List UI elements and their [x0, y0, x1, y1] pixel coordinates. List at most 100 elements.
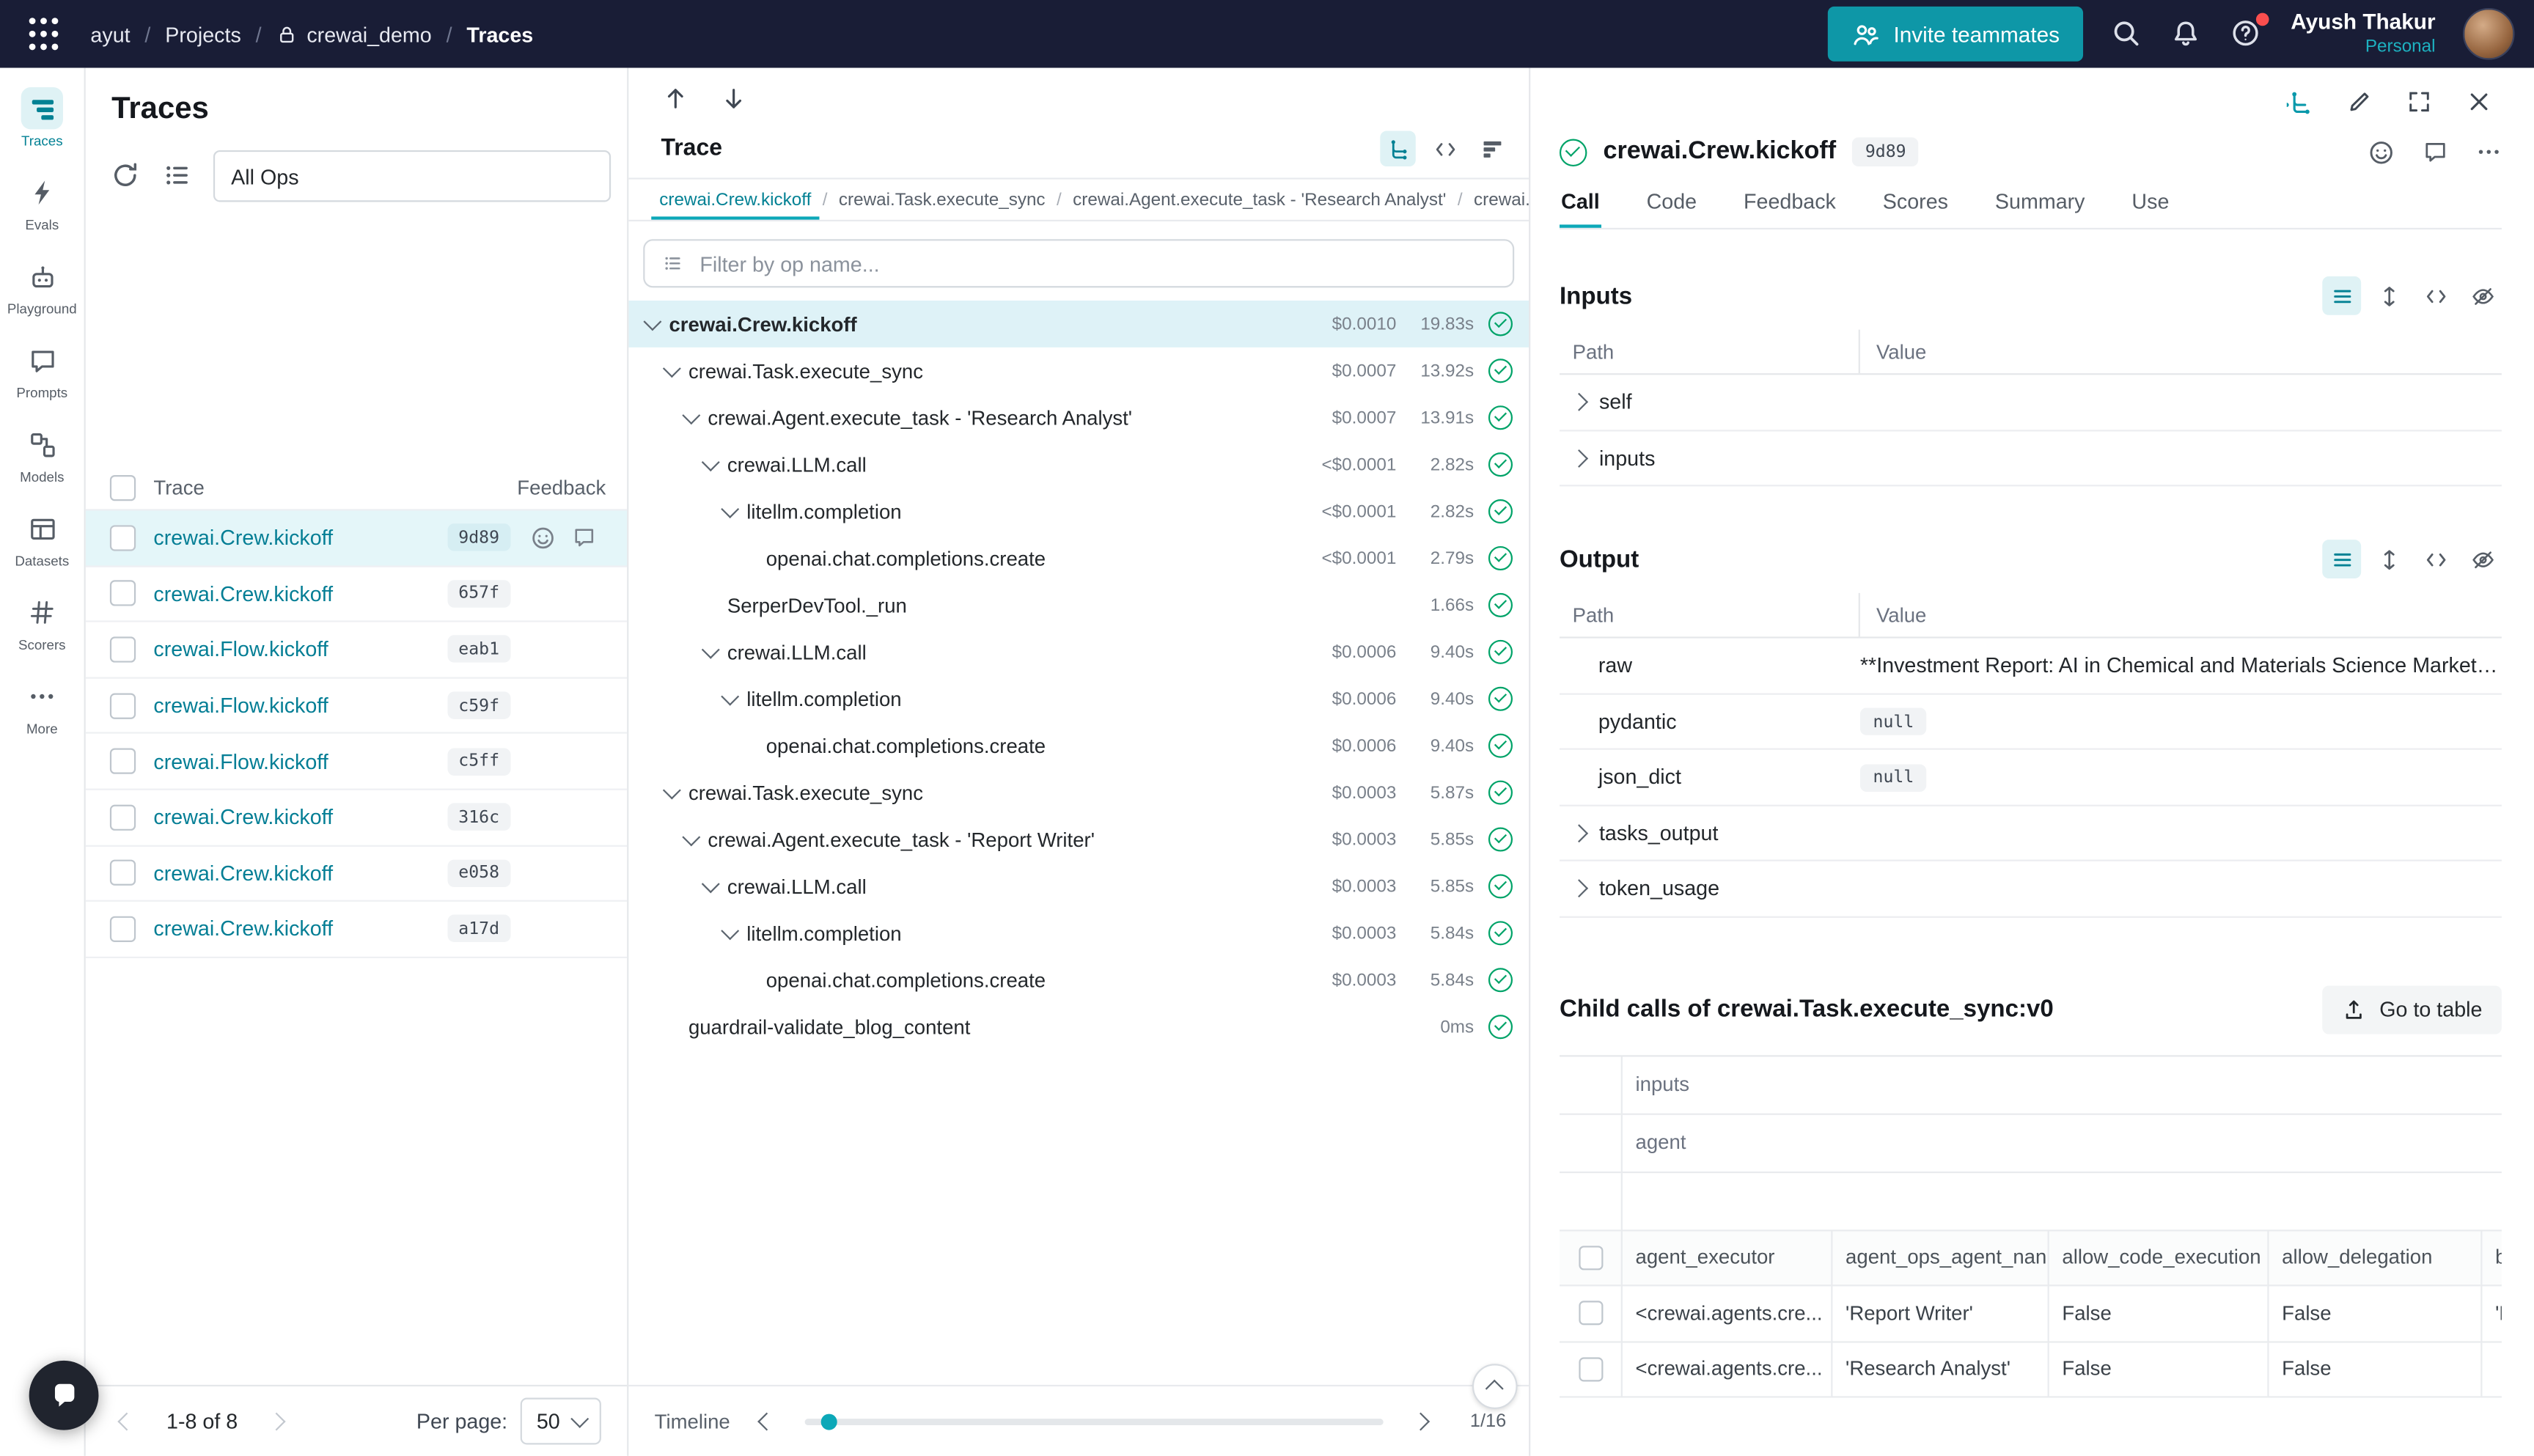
row-checkbox[interactable] — [110, 916, 136, 942]
breadcrumb-projects[interactable]: Projects — [165, 22, 241, 46]
sidebar-item-traces[interactable]: Traces — [1, 81, 82, 155]
trace-link[interactable]: crewai.Flow.kickoff — [153, 637, 447, 661]
prev-page-button[interactable] — [109, 1402, 147, 1441]
table-row[interactable]: crewai.Crew.kickoff 316c — [86, 790, 627, 846]
tree-row[interactable]: crewai.LLM.call $0.0006 9.40s — [628, 628, 1529, 675]
code-view-icon[interactable] — [1427, 131, 1462, 166]
table-row[interactable]: self — [1560, 375, 2502, 430]
wandb-logo-icon[interactable] — [16, 7, 71, 62]
table-row[interactable]: crewai.Flow.kickoff c59f — [86, 678, 627, 734]
select-all-checkbox[interactable] — [110, 474, 136, 500]
tree-row[interactable]: crewai.LLM.call <$0.0001 2.82s — [628, 441, 1529, 488]
user-avatar[interactable] — [2463, 8, 2515, 60]
chevron-down-icon[interactable] — [664, 360, 680, 377]
table-row[interactable]: <crewai.agents.cre... 'Report Writer' Fa… — [1560, 1286, 2502, 1342]
table-row[interactable]: <crewai.agents.cre... 'Research Analyst'… — [1560, 1342, 2502, 1397]
tab-summary[interactable]: Summary — [1994, 181, 2087, 228]
next-trace-arrow-icon[interactable] — [721, 86, 753, 118]
stack-crumb[interactable]: crewai.Crew.kickoff — [651, 180, 819, 220]
tree-row[interactable]: openai.chat.completions.create $0.0003 5… — [628, 957, 1529, 1004]
sidebar-item-more[interactable]: More — [1, 669, 82, 743]
table-row[interactable]: json_dict null — [1560, 750, 2502, 806]
row-checkbox[interactable] — [110, 693, 136, 718]
sidebar-item-datasets[interactable]: Datasets — [1, 501, 82, 575]
table-row[interactable]: crewai.Flow.kickoff c5ff — [86, 734, 627, 790]
list-view-icon[interactable] — [2322, 540, 2361, 578]
stack-crumb[interactable]: crewai.Agent.execute_task - 'Research An… — [1065, 180, 1454, 220]
tree-row[interactable]: crewai.Crew.kickoff $0.0010 19.83s — [628, 301, 1529, 348]
row-checkbox[interactable] — [110, 804, 136, 830]
column-header[interactable]: agent_executor — [1621, 1230, 1832, 1286]
column-settings-icon[interactable] — [161, 160, 194, 192]
trace-link[interactable]: crewai.Crew.kickoff — [153, 805, 447, 829]
table-row[interactable]: crewai.Crew.kickoff 9d89 — [86, 510, 627, 566]
chevron-right-icon[interactable] — [1570, 449, 1587, 466]
row-checkbox[interactable] — [1578, 1301, 1602, 1326]
close-icon[interactable] — [2466, 89, 2498, 121]
chevron-right-icon[interactable] — [1570, 824, 1587, 841]
support-chat-button[interactable] — [29, 1361, 99, 1430]
edit-pencil-icon[interactable] — [2346, 89, 2379, 121]
stack-crumb[interactable]: crewai.LLM.cal — [1466, 180, 1529, 220]
tree-row[interactable]: crewai.Task.execute_sync $0.0007 13.92s — [628, 348, 1529, 394]
table-row[interactable]: crewai.Crew.kickoff e058 — [86, 846, 627, 902]
breadcrumb-entity[interactable]: ayut — [90, 22, 130, 46]
tree-row[interactable]: crewai.Agent.execute_task - 'Report Writ… — [628, 816, 1529, 863]
reaction-icon[interactable] — [2368, 138, 2395, 165]
table-row[interactable]: crewai.Flow.kickoff eab1 — [86, 622, 627, 678]
chevron-right-icon[interactable] — [1570, 394, 1587, 411]
scroll-to-top-button[interactable] — [1472, 1364, 1518, 1409]
sidebar-item-scorers[interactable]: Scorers — [1, 585, 82, 659]
trace-link[interactable]: crewai.Crew.kickoff — [153, 526, 447, 550]
chevron-right-icon[interactable] — [1570, 880, 1587, 897]
trace-link[interactable]: crewai.Flow.kickoff — [153, 694, 447, 718]
tab-code[interactable]: Code — [1645, 181, 1698, 228]
op-name-filter-input[interactable] — [697, 250, 1496, 277]
tree-row[interactable]: crewai.LLM.call $0.0003 5.85s — [628, 863, 1529, 910]
tab-use[interactable]: Use — [2130, 181, 2170, 228]
table-row[interactable]: raw **Investment Report: AI in Chemical … — [1560, 639, 2502, 694]
ops-filter-select[interactable]: All Ops — [213, 150, 611, 202]
tree-row[interactable]: openai.chat.completions.create <$0.0001 … — [628, 535, 1529, 582]
tree-row[interactable]: crewai.Agent.execute_task - 'Research An… — [628, 394, 1529, 441]
table-row[interactable]: crewai.Crew.kickoff 657f — [86, 567, 627, 622]
trace-link[interactable]: crewai.Crew.kickoff — [153, 581, 447, 606]
tree-row[interactable]: crewai.Task.execute_sync $0.0003 5.87s — [628, 769, 1529, 816]
call-id-badge[interactable]: 9d89 — [1852, 137, 1919, 166]
tree-row[interactable]: openai.chat.completions.create $0.0006 9… — [628, 722, 1529, 769]
row-checkbox[interactable] — [110, 749, 136, 774]
column-header[interactable]: agent_ops_agent_nan — [1831, 1230, 2047, 1286]
help-icon[interactable] — [2231, 18, 2263, 50]
value-text[interactable]: **Investment Report: AI in Chemical and … — [1860, 653, 2502, 677]
tree-row[interactable]: litellm.completion $0.0003 5.84s — [628, 910, 1529, 957]
go-to-table-button[interactable]: Go to table — [2323, 985, 2502, 1033]
tab-call[interactable]: Call — [1560, 181, 1601, 228]
invite-teammates-button[interactable]: Invite teammates — [1827, 7, 2084, 62]
overflow-menu-icon[interactable] — [2476, 139, 2502, 165]
breadcrumb-page[interactable]: Traces — [466, 22, 533, 46]
refresh-icon[interactable] — [110, 160, 142, 192]
code-view-icon[interactable] — [2416, 276, 2455, 315]
stack-crumb[interactable]: crewai.Task.execute_sync — [831, 180, 1054, 220]
tree-row[interactable]: SerperDevTool._run 1.66s — [628, 581, 1529, 628]
sidebar-item-playground[interactable]: Playground — [1, 249, 82, 323]
column-header[interactable]: b — [2480, 1230, 2502, 1286]
search-icon[interactable] — [2112, 18, 2144, 50]
tree-row[interactable]: litellm.completion $0.0006 9.40s — [628, 675, 1529, 722]
trace-link[interactable]: crewai.Crew.kickoff — [153, 861, 447, 885]
per-page-select[interactable]: 50 — [521, 1398, 601, 1445]
table-row[interactable]: tasks_output — [1560, 806, 2502, 861]
sidebar-item-evals[interactable]: Evals — [1, 165, 82, 239]
user-menu[interactable]: Ayush Thakur Personal — [2291, 10, 2435, 58]
table-row[interactable]: crewai.Crew.kickoff a17d — [86, 902, 627, 957]
column-header[interactable]: allow_code_execution — [2048, 1230, 2268, 1286]
timeline-prev-button[interactable] — [748, 1402, 787, 1441]
column-header[interactable]: allow_delegation — [2267, 1230, 2480, 1286]
select-all-checkbox[interactable] — [1578, 1246, 1602, 1270]
chevron-down-icon[interactable] — [702, 641, 719, 658]
hide-values-eye-off-icon[interactable] — [2463, 276, 2502, 315]
hide-values-eye-off-icon[interactable] — [2463, 540, 2502, 578]
flame-graph-view-icon[interactable] — [1474, 131, 1509, 166]
tab-scores[interactable]: Scores — [1881, 181, 1950, 228]
previous-trace-arrow-icon[interactable] — [663, 86, 695, 118]
